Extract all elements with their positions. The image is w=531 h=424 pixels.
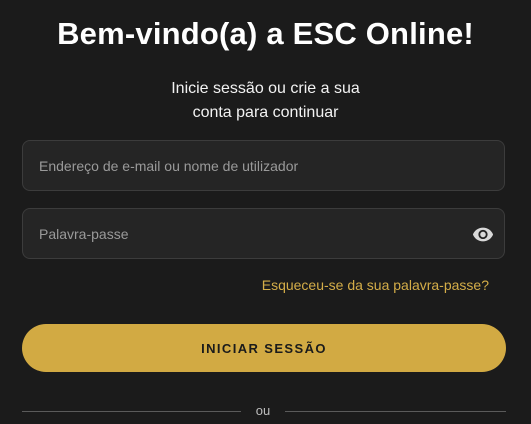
divider-line-left bbox=[22, 411, 241, 412]
page-title: Bem-vindo(a) a ESC Online! bbox=[57, 16, 474, 51]
login-button[interactable]: INICIAR SESSÃO bbox=[22, 324, 506, 372]
password-field[interactable] bbox=[23, 209, 504, 258]
email-field[interactable] bbox=[23, 141, 504, 190]
email-field-container bbox=[22, 140, 505, 191]
or-divider: ou bbox=[22, 402, 506, 420]
page-subtitle: Inicie sessão ou crie a sua conta para c… bbox=[0, 77, 531, 125]
subtitle-line-2: conta para continuar bbox=[192, 104, 339, 121]
login-page: Bem-vindo(a) a ESC Online! Inicie sessão… bbox=[0, 0, 531, 424]
password-field-container bbox=[22, 208, 505, 259]
forgot-password-link[interactable]: Esqueceu-se da sua palavra-passe? bbox=[262, 276, 489, 294]
eye-icon[interactable] bbox=[472, 223, 494, 245]
divider-line-right bbox=[285, 411, 506, 412]
divider-label: ou bbox=[255, 403, 271, 418]
subtitle-line-1: Inicie sessão ou crie a sua bbox=[171, 80, 360, 97]
